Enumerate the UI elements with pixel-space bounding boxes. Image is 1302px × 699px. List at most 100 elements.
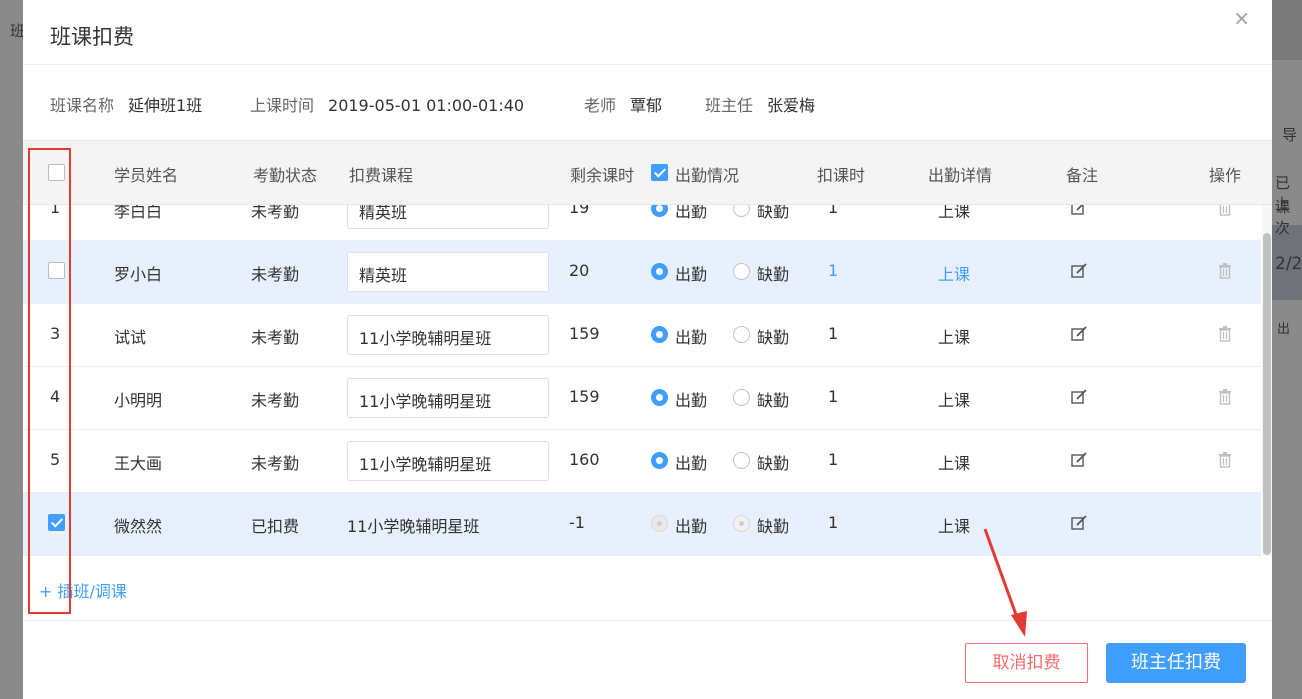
trash-icon[interactable] [1218, 389, 1232, 405]
head-teacher-info: 班主任 张爱梅 [705, 92, 815, 116]
absent-label: 缺勤 [757, 328, 790, 347]
absent-label: 缺勤 [757, 391, 790, 410]
trash-icon[interactable] [1218, 263, 1232, 279]
background-right-panel [1272, 60, 1302, 699]
table-header: 学员姓名 考勤状态 扣费课程 剩余课时 出勤情况 扣课时 出勤详情 备注 操作 [23, 141, 1272, 205]
head-teacher-label: 班主任 [705, 96, 754, 115]
absent-radio[interactable] [733, 452, 750, 469]
header-deduct-hours: 扣课时 [817, 166, 866, 185]
edit-icon[interactable] [1071, 263, 1088, 278]
remaining-hours: -1 [569, 513, 585, 532]
course-input[interactable]: 11小学晚辅明星班 [347, 378, 549, 418]
class-time-label: 上课时间 [250, 96, 315, 115]
class-name-label: 班课名称 [50, 96, 115, 115]
attendance-status: 未考勤 [251, 391, 300, 410]
head-teacher-deduct-button[interactable]: 班主任扣费 [1106, 643, 1246, 683]
teacher-info: 老师 覃郁 [584, 92, 662, 116]
modal-footer: 取消扣费 班主任扣费 [23, 620, 1272, 699]
header-remaining-hours: 剩余课时 [570, 166, 635, 185]
class-time-info: 上课时间 2019-05-01 01:00-01:40 [250, 92, 524, 116]
absent-radio[interactable] [733, 326, 750, 343]
present-radio[interactable] [651, 515, 668, 532]
absent-label: 缺勤 [757, 454, 790, 473]
present-label: 出勤 [675, 454, 708, 473]
trash-icon[interactable] [1218, 452, 1232, 468]
attendance-detail: 上课 [938, 391, 971, 410]
present-label: 出勤 [675, 265, 708, 284]
edit-icon[interactable] [1071, 389, 1088, 404]
background-text: 出 [1277, 322, 1291, 337]
background-text: 课次 [1275, 198, 1291, 237]
modal-title: 班课扣费 [50, 25, 134, 49]
deduct-hours: 1 [828, 513, 839, 532]
edit-icon[interactable] [1071, 326, 1088, 341]
absent-label: 缺勤 [757, 265, 790, 284]
course-input[interactable]: 11小学晚辅明星班 [347, 315, 549, 355]
present-label: 出勤 [675, 328, 708, 347]
student-table: 1 李白白 未考勤 精英班 19 出勤 缺勤 1 上课 罗小白 未考勤 精英班 [23, 141, 1272, 556]
scrollbar-thumb[interactable] [1263, 233, 1271, 555]
header-attendance-detail: 出勤详情 [928, 166, 993, 185]
student-name: 小明明 [114, 391, 163, 410]
attendance-detail[interactable]: 上课 [938, 261, 970, 285]
student-name: 罗小白 [114, 265, 163, 284]
edit-icon[interactable] [1071, 452, 1088, 467]
deduct-hours: 1 [828, 450, 839, 469]
trash-icon[interactable] [1218, 326, 1232, 342]
deduct-hours[interactable]: 1 [828, 261, 838, 280]
class-time-value: 2019-05-01 01:00-01:40 [328, 96, 525, 115]
attendance-status: 未考勤 [251, 454, 300, 473]
background-text: 2/2 [1275, 254, 1302, 274]
present-radio[interactable] [651, 326, 668, 343]
cancel-deduct-button[interactable]: 取消扣费 [965, 643, 1088, 683]
header-course: 扣费课程 [349, 166, 414, 185]
table-row: 3 试试 未考勤 11小学晚辅明星班 159 出勤 缺勤 1 上课 [23, 304, 1261, 367]
table-row: 4 小明明 未考勤 11小学晚辅明星班 159 出勤 缺勤 1 上课 [23, 367, 1261, 430]
present-radio[interactable] [651, 389, 668, 406]
attendance-detail: 上课 [938, 454, 971, 473]
attendance-status: 未考勤 [251, 265, 300, 284]
background-left-strip [0, 0, 23, 699]
absent-radio[interactable] [733, 263, 750, 280]
deduct-hours: 1 [828, 387, 839, 406]
class-name-value: 延伸班1班 [128, 96, 203, 115]
edit-icon[interactable] [1071, 515, 1088, 530]
header-student-name: 学员姓名 [114, 166, 179, 185]
course-text: 11小学晚辅明星班 [347, 517, 480, 536]
header-action: 操作 [1209, 166, 1242, 185]
table-row: 罗小白 未考勤 精英班 20 出勤 缺勤 1 上课 [23, 241, 1261, 304]
header-attendance-status: 考勤状态 [253, 166, 318, 185]
student-name: 微然然 [114, 517, 163, 536]
remaining-hours: 20 [569, 261, 590, 280]
header-remark: 备注 [1066, 166, 1099, 185]
present-radio[interactable] [651, 452, 668, 469]
close-icon[interactable]: × [1233, 6, 1250, 30]
absent-radio[interactable] [733, 515, 750, 532]
present-radio[interactable] [651, 263, 668, 280]
remaining-hours: 160 [569, 450, 600, 469]
attendance-all-checkbox[interactable] [651, 164, 668, 181]
course-input[interactable]: 11小学晚辅明星班 [347, 441, 549, 481]
attendance-status: 已扣费 [251, 517, 300, 536]
head-teacher-value: 张爱梅 [767, 96, 816, 115]
class-name-info: 班课名称 延伸班1班 [50, 92, 202, 116]
course-input[interactable]: 精英班 [347, 252, 549, 292]
attendance-detail: 上课 [938, 328, 971, 347]
table-row: 5 王大画 未考勤 11小学晚辅明星班 160 出勤 缺勤 1 上课 [23, 430, 1261, 493]
student-name: 试试 [114, 328, 147, 347]
present-label: 出勤 [675, 391, 708, 410]
teacher-value: 覃郁 [630, 96, 663, 115]
class-info-bar: 班课名称 延伸班1班 上课时间 2019-05-01 01:00-01:40 老师覃… [23, 65, 1272, 141]
present-label: 出勤 [675, 517, 708, 536]
annotation-highlight-box [28, 148, 71, 614]
student-name: 王大画 [114, 454, 163, 473]
modal-header: 班课扣费 × [23, 0, 1272, 65]
annotation-arrow-icon [983, 528, 1027, 637]
absent-radio[interactable] [733, 389, 750, 406]
background-text: 导 [1282, 126, 1298, 144]
header-attendance: 出勤情况 [675, 166, 740, 185]
attendance-status: 未考勤 [251, 328, 300, 347]
remaining-hours: 159 [569, 387, 600, 406]
deduct-hours: 1 [828, 324, 839, 343]
teacher-label: 老师 [584, 96, 617, 115]
